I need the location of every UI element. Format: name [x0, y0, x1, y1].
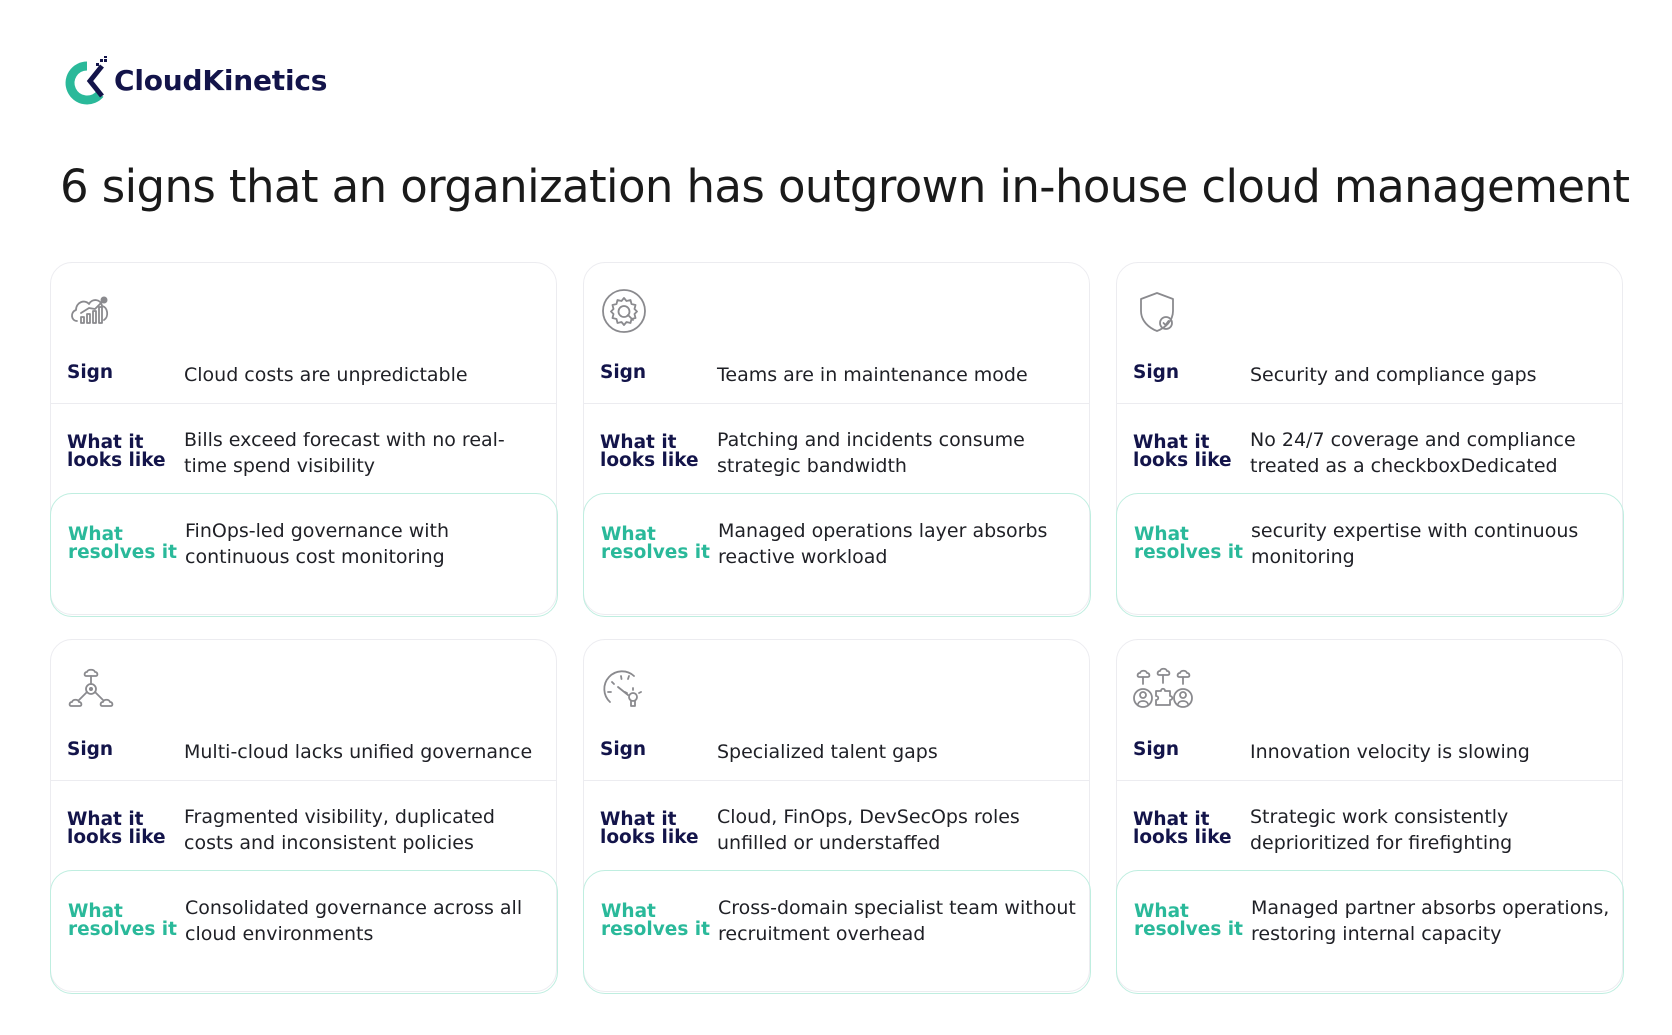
resolves-row: What resolves it Cross-domain specialist … [582, 870, 1091, 994]
sign-row: Sign Specialized talent gaps [584, 720, 1089, 780]
resolves-label: What resolves it [68, 901, 177, 940]
looks-like-row: What it looks like No 24/7 coverage and c… [1117, 403, 1622, 495]
sign-card-innovation-velocity: Sign Innovation velocity is slowing What… [1115, 639, 1624, 994]
resolves-row: What resolves it Consolidated governance … [49, 870, 558, 994]
looks-like-value: Bills exceed forecast with no real-time … [184, 429, 505, 477]
speedometer-talent-icon [603, 670, 642, 707]
looks-like-label: What it looks like [1133, 432, 1232, 471]
resolves-value: Cross-domain specialist team without rec… [718, 897, 1076, 945]
cloud-cost-chart-icon [71, 296, 109, 324]
sign-value: Cloud costs are unpredictable [184, 364, 468, 386]
sign-card-security-gaps: Sign Security and compliance gaps What i… [1115, 262, 1624, 617]
resolves-value: Managed partner absorbs operations, rest… [1251, 897, 1610, 945]
sign-card-cloud-costs: Sign Cloud costs are unpredictable What … [49, 262, 558, 617]
sign-card-maintenance-mode: Sign Teams are in maintenance mode What … [582, 262, 1091, 617]
page-title: 6 signs that an organization has outgrow… [60, 160, 1630, 213]
resolves-row: What resolves it Managed partner absorbs … [1115, 870, 1624, 994]
sign-value: Specialized talent gaps [717, 741, 938, 763]
resolves-label: What resolves it [601, 524, 710, 563]
shield-check-icon [1140, 292, 1174, 332]
multi-cloud-network-icon [68, 668, 114, 707]
resolves-label: What resolves it [1134, 901, 1243, 940]
looks-like-label: What it looks like [67, 809, 166, 848]
sign-row: Sign Cloud costs are unpredictable [51, 343, 556, 403]
resolves-value: Managed operations layer absorbs reactiv… [718, 520, 1048, 568]
looks-like-value: Patching and incidents consume strategic… [717, 429, 1025, 477]
resolves-label: What resolves it [601, 901, 710, 940]
resolves-row: What resolves it security expertise with … [1115, 493, 1624, 617]
looks-like-label: What it looks like [600, 809, 699, 848]
sign-label: Sign [1133, 362, 1180, 383]
looks-like-row: What it looks like Cloud, FinOps, DevSecO… [584, 780, 1089, 872]
looks-like-row: What it looks like Patching and incidents… [584, 403, 1089, 495]
looks-like-label: What it looks like [67, 432, 166, 471]
sign-row: Sign Security and compliance gaps [1117, 343, 1622, 403]
resolves-value: Consolidated governance across all cloud… [185, 897, 523, 945]
cloudkinetics-logo-mark [65, 56, 107, 105]
sign-label: Sign [67, 362, 114, 383]
sign-row: Sign Multi-cloud lacks unified governanc… [51, 720, 556, 780]
sign-value: Innovation velocity is slowing [1250, 741, 1530, 763]
sign-value: Security and compliance gaps [1250, 364, 1537, 386]
resolves-value: security expertise with continuous monit… [1251, 520, 1579, 568]
sign-card-talent-gaps: Sign Specialized talent gaps What it look… [582, 639, 1091, 994]
sign-row: Sign Teams are in maintenance mode [584, 343, 1089, 403]
resolves-label: What resolves it [1134, 524, 1243, 563]
looks-like-value: Fragmented visibility, duplicated costs … [184, 806, 495, 854]
looks-like-value: Cloud, FinOps, DevSecOps roles unfilled … [717, 806, 1020, 854]
looks-like-value: No 24/7 coverage and compliance treated … [1250, 429, 1576, 477]
looks-like-row: What it looks like Strategic work consist… [1117, 780, 1622, 872]
looks-like-row: What it looks like Fragmented visibility,… [51, 780, 556, 872]
resolves-row: What resolves it FinOps-led governance wi… [49, 493, 558, 617]
looks-like-label: What it looks like [1133, 809, 1232, 848]
sign-row: Sign Innovation velocity is slowing [1117, 720, 1622, 780]
sign-label: Sign [600, 362, 647, 383]
sign-label: Sign [1133, 739, 1180, 760]
gear-maintenance-icon [602, 289, 646, 333]
signs-grid: Sign Cloud costs are unpredictable What … [49, 262, 1624, 994]
resolves-label: What resolves it [68, 524, 177, 563]
sign-label: Sign [600, 739, 647, 760]
infographic-page: CloudKinetics 6 signs that an organizati… [0, 0, 1672, 1035]
sign-label: Sign [67, 739, 114, 760]
looks-like-row: What it looks like Bills exceed forecast … [51, 403, 556, 495]
team-cloud-puzzle-icon [1133, 667, 1193, 708]
resolves-row: What resolves it Managed operations layer… [582, 493, 1091, 617]
sign-card-multi-cloud: Sign Multi-cloud lacks unified governanc… [49, 639, 558, 994]
looks-like-label: What it looks like [600, 432, 699, 471]
looks-like-value: Strategic work consistently deprioritize… [1250, 806, 1513, 854]
resolves-value: FinOps-led governance with continuous co… [185, 520, 450, 568]
sign-value: Teams are in maintenance mode [717, 364, 1028, 386]
cloudkinetics-logo: CloudKinetics [60, 54, 327, 110]
brand-name: CloudKinetics [114, 63, 328, 97]
sign-value: Multi-cloud lacks unified governance [184, 741, 533, 763]
